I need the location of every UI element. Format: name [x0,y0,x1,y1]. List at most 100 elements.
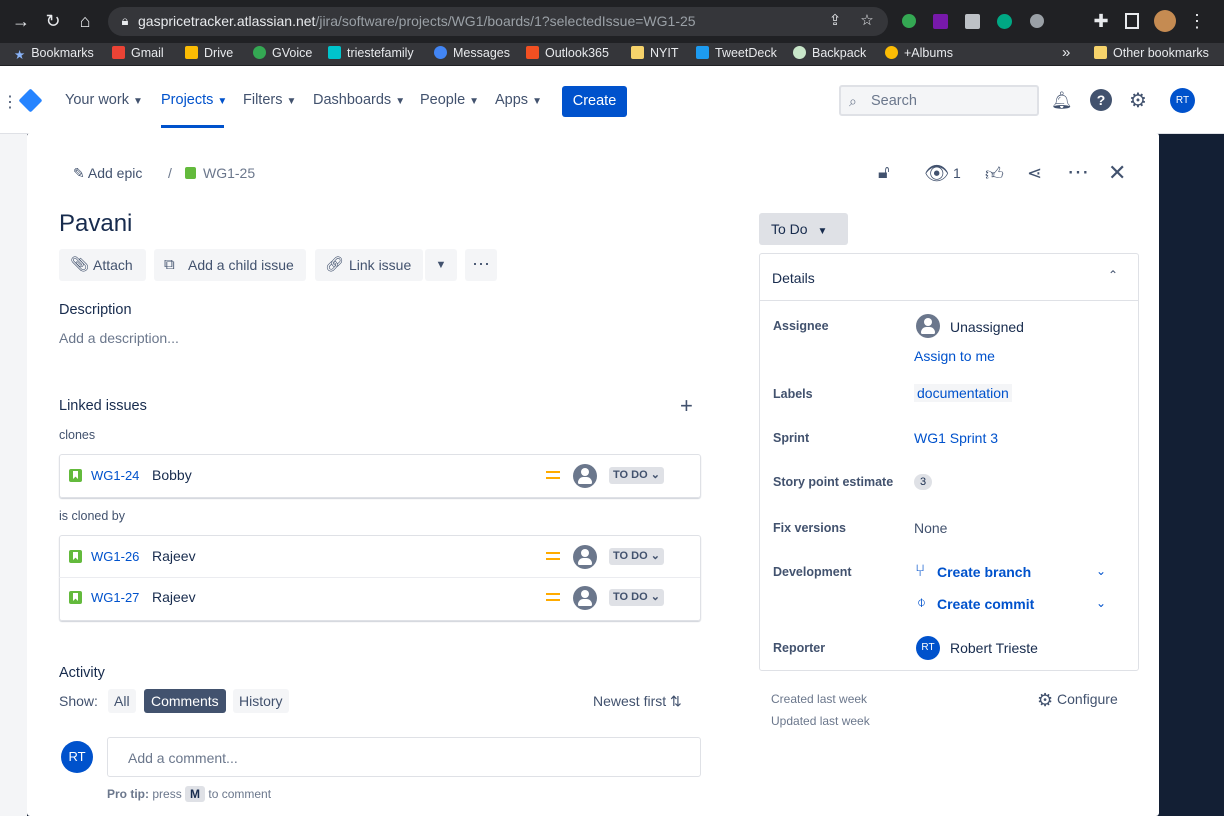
share-icon[interactable]: ⇪ [824,11,846,31]
app-switcher-icon[interactable]: ⋮ [2,92,18,112]
fix-versions-value[interactable]: None [914,520,947,536]
jira-logo-icon[interactable] [18,88,43,113]
linked-issue-row[interactable]: WG1-24 Bobby TO DO ⌄ [59,455,700,497]
nav-dashboards[interactable]: Dashboards ▼ [313,92,405,108]
profile-avatar[interactable] [1154,10,1176,32]
create-button[interactable]: Create [562,86,627,117]
link-issue-dropdown[interactable]: ▼ [425,249,457,281]
reload-icon[interactable]: ↻ [42,11,64,31]
bookmark-item[interactable]: +Albums [885,46,953,60]
nav-people[interactable]: People ▼ [420,92,479,108]
folder-icon [1094,46,1107,59]
lock-icon[interactable]: 🔓︎ [878,162,890,183]
add-link-icon[interactable]: + [680,393,693,419]
bookmark-item[interactable]: triestefamily [328,46,414,60]
details-header[interactable]: Details ⌃ [760,254,1138,301]
status-dropdown[interactable]: TO DO ⌄ [609,467,664,484]
lock-icon[interactable]: 🔒︎ [114,11,136,31]
nav-projects[interactable]: Projects ▼ [161,92,227,108]
chevron-down-icon[interactable]: ⌄ [1096,564,1106,578]
link-issue-button[interactable]: 🔗︎ Link issue [315,249,423,281]
create-commit-link[interactable]: Create commit [937,596,1034,612]
create-branch-link[interactable]: Create branch [937,564,1031,580]
settings-gear-icon[interactable]: ⚙ [1129,88,1147,113]
bookmark-item[interactable]: Drive [185,46,233,60]
forward-icon[interactable]: → [10,11,32,31]
user-avatar[interactable]: RT [1170,88,1195,113]
gvoice-extension-icon[interactable] [902,14,916,28]
jira-top-nav: ⋮ Your work ▼ Projects ▼ Filters ▼ Dashboar… [0,66,1224,134]
extensions-puzzle-icon[interactable]: ✚ [1090,11,1112,31]
onenote-extension-icon[interactable] [933,14,948,29]
sidebar-icon[interactable] [1125,13,1139,29]
issue-key-link[interactable]: WG1-25 [203,165,255,181]
issue-key[interactable]: WG1-26 [91,549,139,564]
add-child-issue-button[interactable]: ⧉ Add a child issue [154,249,306,281]
share-icon[interactable]: ⋖ [1027,163,1042,184]
close-icon[interactable]: ✕ [1108,160,1126,186]
sprint-value[interactable]: WG1 Sprint 3 [914,430,998,446]
assign-to-me-link[interactable]: Assign to me [914,348,995,364]
help-icon[interactable]: ? [1090,89,1112,111]
search-input[interactable]: ⌕ Search [839,85,1039,116]
issue-summary[interactable]: Rajeev [152,548,196,564]
notifications-icon[interactable]: 🔔︎ [1051,91,1073,111]
assignee-value[interactable]: Unassigned [950,319,1024,335]
link-relation-label: is cloned by [59,509,126,523]
chevron-down-icon: ▼ [817,226,828,237]
status-dropdown[interactable]: TO DO ⌄ [609,589,664,606]
issue-title[interactable]: Pavani [59,210,132,238]
url-text: gaspricetracker.atlassian.net/jira/softw… [138,13,696,29]
reporter-value[interactable]: Robert Trieste [950,640,1038,656]
bookmark-item[interactable]: NYIT [631,46,678,60]
sort-icon: ⇅ [670,693,682,709]
grammarly-extension-icon[interactable] [997,14,1012,29]
add-epic-link[interactable]: ✎ Add epic [73,165,142,182]
configure-button[interactable]: ⚙ Configure [1037,690,1118,711]
more-button[interactable]: ⋯ [465,249,497,281]
watchers-count[interactable]: 1 [953,165,961,181]
bookmark-item[interactable]: Outlook365 [526,46,609,60]
comment-input[interactable]: Add a comment... [107,737,701,777]
nav-filters[interactable]: Filters ▼ [243,92,296,108]
bookmark-item[interactable]: Messages [434,46,510,60]
filter-history-button[interactable]: History [233,689,289,713]
issue-key[interactable]: WG1-27 [91,590,139,605]
issue-key[interactable]: WG1-24 [91,468,139,483]
linked-issue-row[interactable]: WG1-27 Rajeev TO DO ⌄ [59,577,700,619]
drive-icon [185,46,198,59]
menu-kebab-icon[interactable]: ⋮ [1186,11,1208,31]
status-dropdown[interactable]: TO DO ⌄ [609,548,664,565]
star-icon: ★ [14,48,26,62]
extension-icon[interactable] [965,14,980,29]
more-bookmarks-button[interactable]: » [1062,44,1070,61]
issue-summary[interactable]: Rajeev [152,589,196,605]
home-icon[interactable]: ⌂ [74,11,96,31]
status-button[interactable]: To Do ▼ [759,213,848,245]
other-bookmarks[interactable]: Other bookmarks [1094,46,1209,60]
description-field[interactable]: Add a description... [59,330,179,346]
attach-button[interactable]: 📎︎ Attach [59,249,146,281]
eye-icon[interactable]: 👁︎ [924,161,949,186]
bookmark-star-icon[interactable]: ☆ [856,11,878,31]
label-tag[interactable]: documentation [914,384,1012,402]
chevron-down-icon[interactable]: ⌄ [1096,596,1106,610]
bookmark-item[interactable]: GVoice [253,46,312,60]
story-points-value[interactable]: 3 [914,474,932,490]
labels-label: Labels [773,387,813,401]
address-bar[interactable]: 🔒︎ gaspricetracker.atlassian.net/jira/so… [108,7,888,36]
extension-icon[interactable] [1030,14,1044,28]
filter-comments-button[interactable]: Comments [144,689,226,713]
issue-summary[interactable]: Bobby [152,467,192,483]
sort-order-button[interactable]: Newest first ⇅ [593,693,682,710]
more-actions-icon[interactable]: ⋯ [1067,159,1089,185]
bookmark-item[interactable]: Gmail [112,46,164,60]
filter-all-button[interactable]: All [108,689,136,713]
linked-issue-row[interactable]: WG1-26 Rajeev TO DO ⌄ [59,536,700,578]
like-icon[interactable]: 👍︎ [985,163,1004,185]
nav-your-work[interactable]: Your work ▼ [65,92,143,108]
nav-apps[interactable]: Apps ▼ [495,92,542,108]
bookmark-item[interactable]: Backpack [793,46,866,60]
bookmark-item[interactable]: ★ Bookmarks [14,46,94,62]
bookmark-item[interactable]: TweetDeck [696,46,777,60]
